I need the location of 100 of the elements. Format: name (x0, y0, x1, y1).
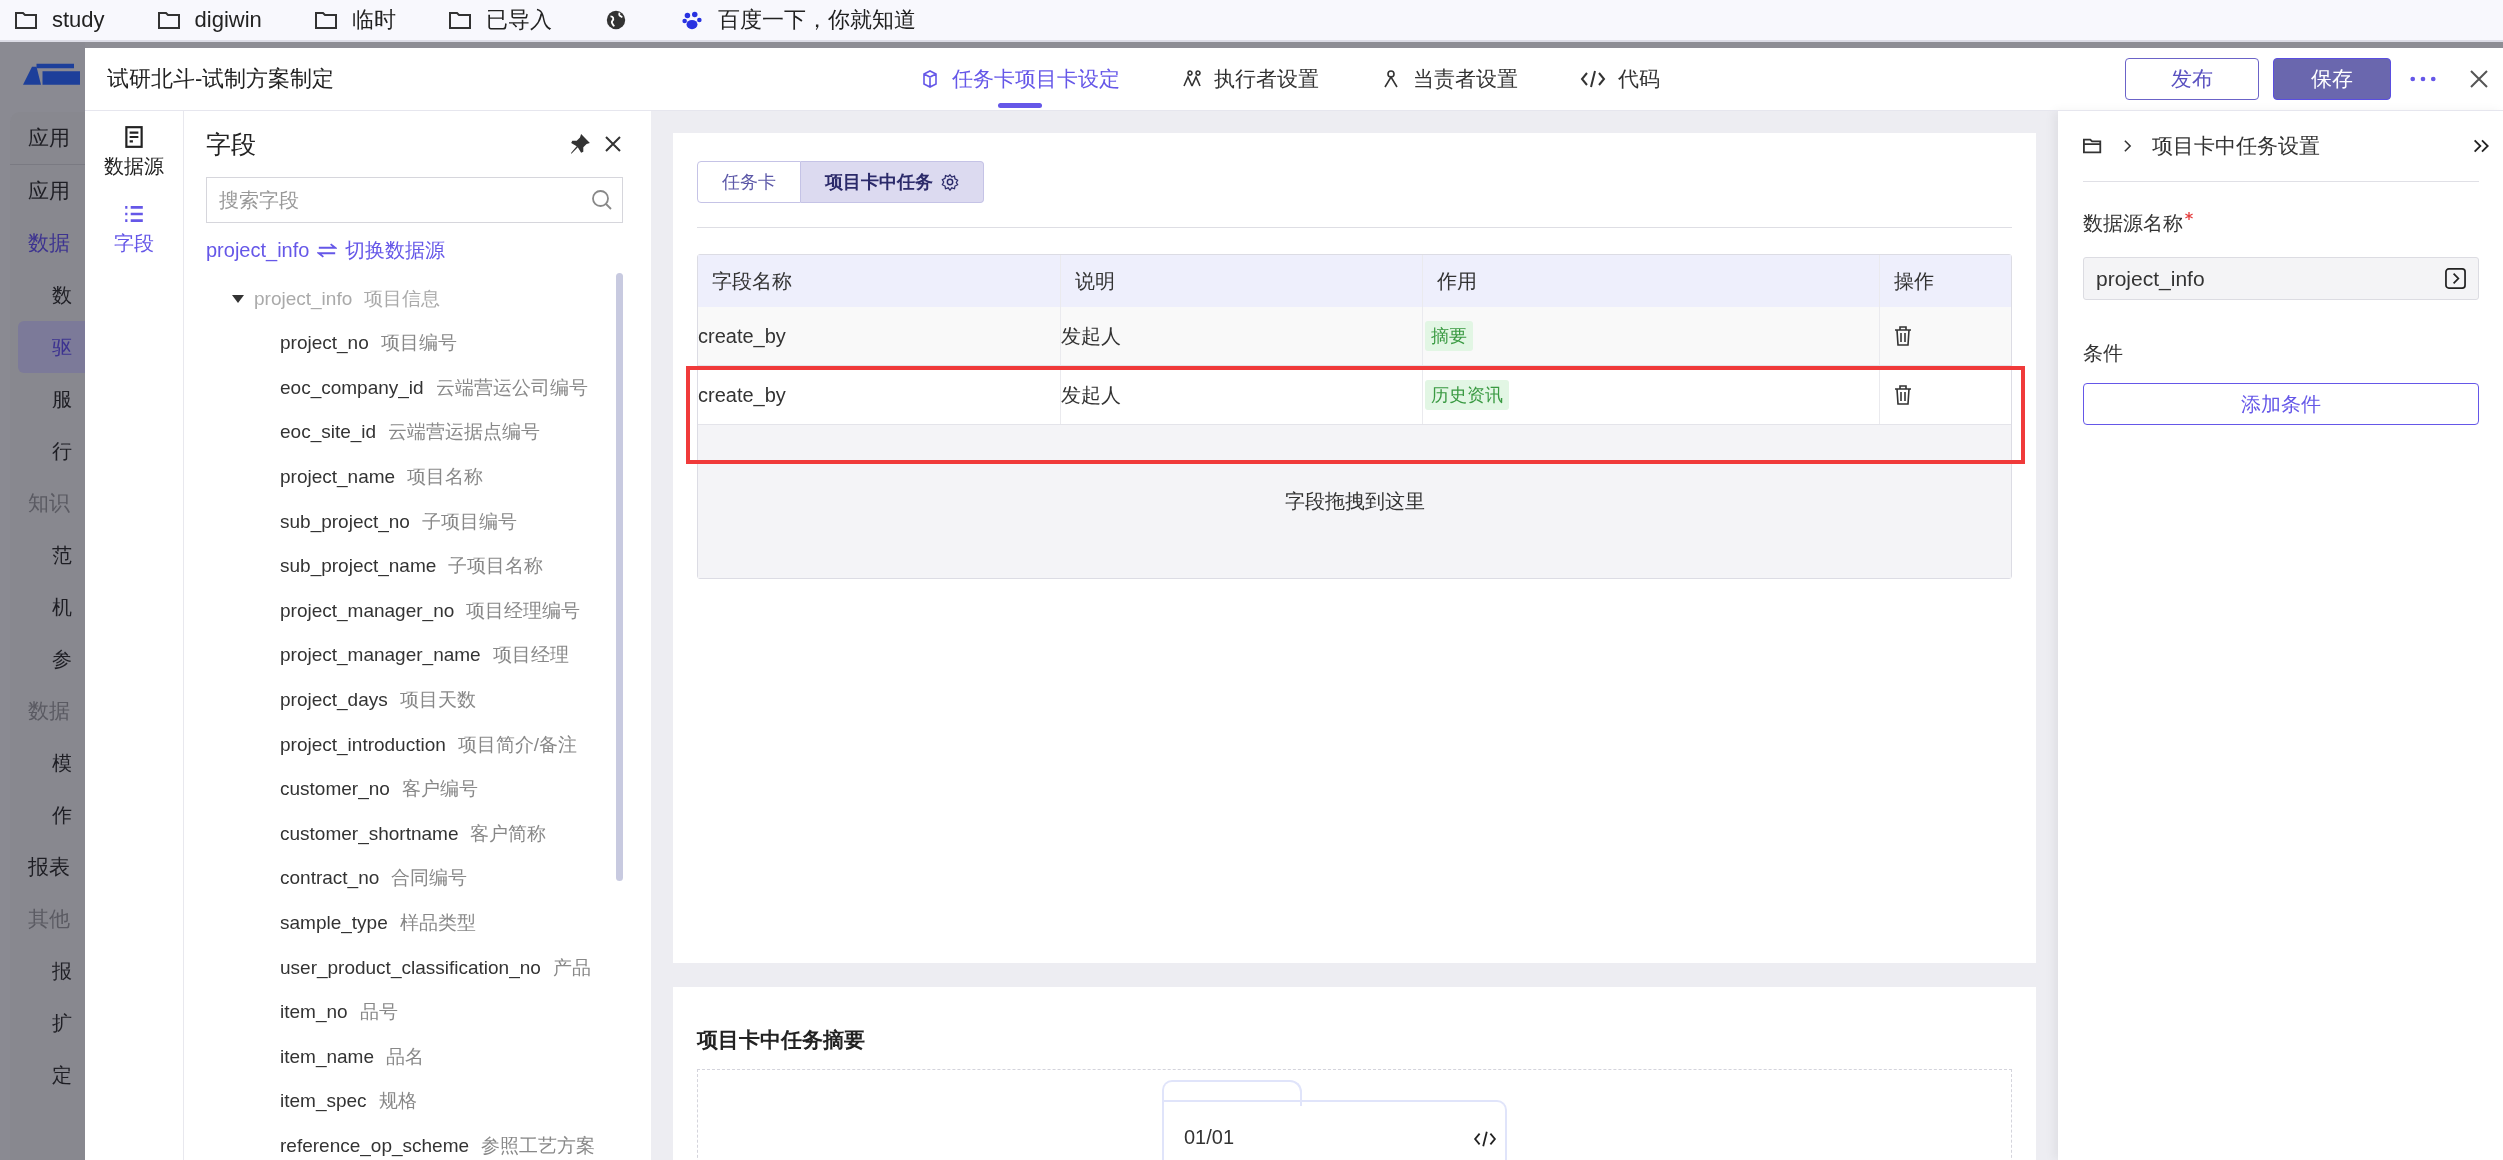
field-name[interactable]: item_spec (280, 1090, 367, 1113)
field-name[interactable]: project_name (280, 466, 396, 489)
nav-item[interactable]: 数 (10, 269, 85, 321)
field-desc: 品号 (359, 1000, 398, 1025)
field-name[interactable]: project_no (280, 332, 369, 355)
tab[interactable]: 执行者设置 (1182, 48, 1319, 110)
side-tab[interactable]: 字段 (114, 202, 154, 257)
side-tab[interactable]: 数据源 (104, 125, 164, 180)
field-name[interactable]: sample_type (280, 912, 388, 934)
bookmark[interactable]: study (14, 7, 105, 33)
role-tag: 摘要 (1425, 321, 1473, 351)
bookmark[interactable]: 临时 (313, 5, 396, 35)
search-field[interactable]: 搜索字段 (206, 177, 623, 223)
field-name[interactable]: customer_no (280, 778, 390, 801)
field-desc: 产品 (552, 955, 591, 980)
field-desc: 项目名称 (407, 465, 484, 490)
pin-icon[interactable] (569, 133, 591, 155)
field-name[interactable]: eoc_company_id (280, 376, 424, 399)
field-name[interactable]: contract_no (280, 867, 380, 890)
field-name[interactable]: sub_project_no (280, 510, 410, 533)
scrollbar[interactable] (616, 273, 623, 881)
field-desc: 云端营运公司编号 (435, 375, 588, 400)
folder-icon (2083, 137, 2103, 155)
code-icon (1580, 69, 1606, 89)
field-desc: 样品类型 (399, 911, 476, 935)
datasource-field[interactable]: project_info (2083, 257, 2479, 300)
nav-item[interactable]: 范 (10, 529, 85, 581)
nav-item[interactable]: 行 (10, 425, 85, 477)
field-desc: 合同编号 (391, 866, 468, 891)
field-desc: 参照工艺方案 (481, 1134, 596, 1158)
field-desc: 子项目名称 (448, 554, 544, 579)
switch-icon[interactable] (317, 242, 338, 258)
bookmark[interactable]: 已导入 (447, 5, 552, 35)
add-condition-button[interactable]: 添加条件 (2083, 383, 2479, 425)
table-cell: 发起人 (1061, 366, 1423, 424)
chevron-icon (2123, 139, 2132, 153)
field-desc: 品名 (386, 1044, 424, 1069)
close-icon[interactable] (2469, 69, 2489, 89)
field-name[interactable]: eoc_site_id (280, 421, 377, 444)
field-name[interactable]: project_manager_name (280, 644, 481, 667)
nav-item[interactable]: 机 (10, 581, 85, 633)
field-desc: 客户简称 (470, 821, 547, 846)
search-icon (591, 189, 613, 211)
nav-item[interactable]: 报 (10, 945, 85, 997)
publish-button[interactable]: 发布 (2125, 58, 2259, 100)
field-name[interactable]: project_introduction (280, 733, 446, 756)
table-cell: create_by (698, 366, 1061, 424)
field-desc: 项目经理编号 (466, 598, 581, 623)
tab[interactable]: 当责者设置 (1381, 48, 1518, 110)
nav-item[interactable]: 服 (10, 373, 85, 425)
arrow-box-icon[interactable] (2445, 268, 2466, 289)
table-cell: 发起人 (1061, 307, 1423, 365)
field-desc: 项目天数 (399, 688, 476, 713)
field-name[interactable]: item_name (280, 1045, 374, 1068)
field-desc: 云端营运据点编号 (388, 420, 541, 445)
expand-caret-icon[interactable] (232, 294, 244, 304)
nav-item[interactable]: 定 (10, 1049, 85, 1101)
field-desc: 项目经理 (492, 643, 569, 668)
nav-item[interactable]: 作 (10, 789, 85, 841)
person-icon (1381, 69, 1401, 89)
people-icon (1182, 69, 1202, 89)
save-button[interactable]: 保存 (2273, 58, 2391, 100)
tab[interactable]: 任务卡 (697, 161, 801, 203)
panel-title: 字段 (206, 128, 256, 160)
window-title: 试研北斗-试制方案制定 (106, 65, 335, 93)
nav-item[interactable]: 应用 (10, 165, 85, 217)
folder-icon (14, 9, 38, 31)
delete-icon[interactable] (1894, 326, 1912, 346)
code-icon[interactable] (1473, 1130, 1497, 1148)
field-name[interactable]: project_manager_no (280, 599, 455, 622)
logo-icon (20, 62, 80, 88)
more-icon[interactable] (2409, 75, 2437, 83)
collapse-icon[interactable] (2473, 138, 2491, 154)
bookmark[interactable]: 百度一下，你就知道 (679, 5, 916, 35)
field-name[interactable]: reference_op_scheme (280, 1135, 470, 1157)
close-icon[interactable] (603, 134, 623, 154)
field-name[interactable]: item_no (280, 1001, 348, 1024)
field-name[interactable]: project_days (280, 689, 388, 712)
nav-item[interactable]: 参 (10, 633, 85, 685)
nav-item[interactable]: 报表 (10, 841, 85, 893)
drop-hint: 字段拖拽到这里 (1284, 489, 1425, 514)
nav-item[interactable]: 模 (10, 737, 85, 789)
tab[interactable]: 项目卡中任务 (801, 161, 984, 203)
nav-item[interactable]: 扩 (10, 997, 85, 1049)
tree-node-desc: 项目信息 (364, 287, 441, 311)
gear-icon[interactable] (941, 173, 959, 191)
field-name[interactable]: sub_project_name (280, 555, 437, 578)
breadcrumb: 项目卡中任务设置 (2152, 133, 2320, 159)
field-name[interactable]: user_product_classification_no (280, 956, 541, 979)
folder-icon (156, 9, 181, 31)
table-cell: create_by (698, 307, 1061, 365)
cube-icon (920, 69, 940, 89)
document-icon (123, 125, 145, 149)
tab[interactable]: 任务卡项目卡设定 (920, 48, 1120, 110)
switch-datasource-link[interactable]: 切换数据源 (345, 236, 446, 264)
tab[interactable]: 代码 (1580, 48, 1660, 110)
bookmark[interactable]: digiwin (156, 7, 262, 33)
field-desc: 规格 (378, 1089, 417, 1114)
delete-icon[interactable] (1894, 385, 1912, 405)
field-name[interactable]: customer_shortname (280, 822, 459, 845)
